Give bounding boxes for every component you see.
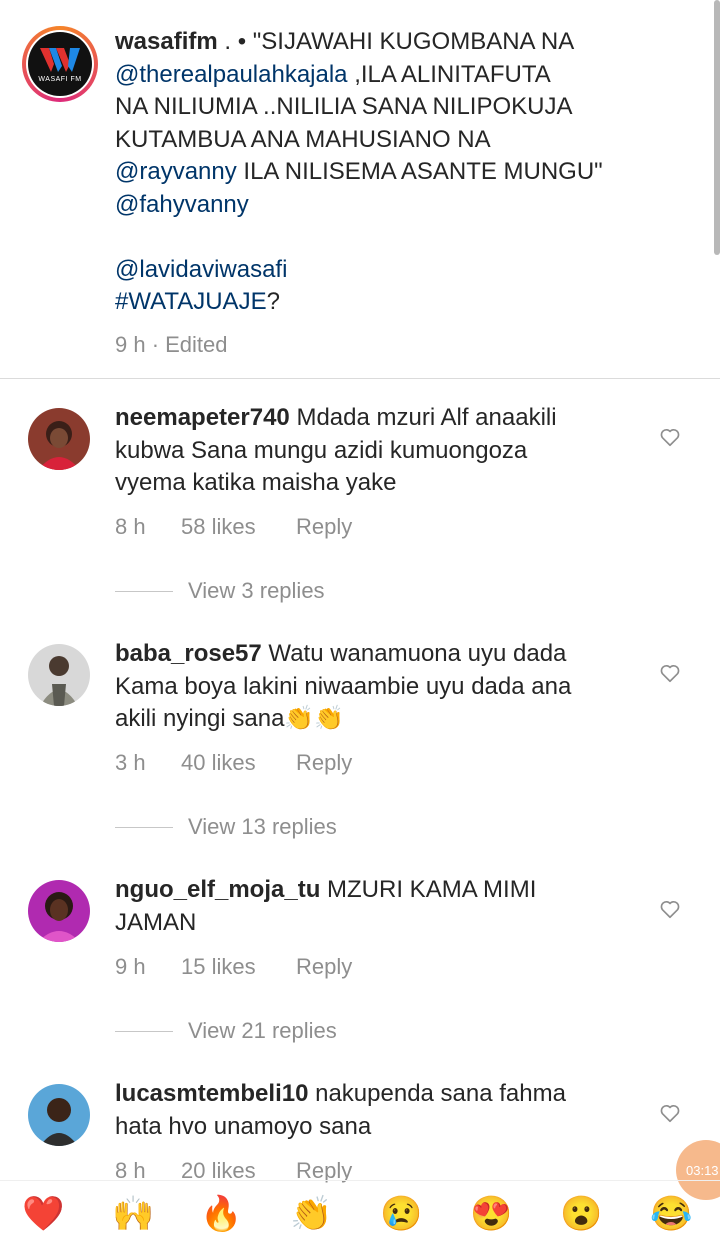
reply-button[interactable]: Reply — [296, 750, 352, 776]
comment-username[interactable]: baba_rose57 — [115, 640, 262, 667]
replies-line — [115, 1031, 173, 1032]
comment-likes[interactable]: 58 likes — [181, 514, 256, 540]
wasafi-logo-icon: WASAFI FM — [28, 32, 92, 96]
comment-text: nguo_elf_moja_tu MZURI KAMA MIMI JAMAN — [115, 876, 537, 936]
comment-username[interactable]: nguo_elf_moja_tu — [115, 876, 320, 903]
emoji-clap-icon[interactable]: 👏 — [290, 1197, 332, 1231]
comment-username[interactable]: neemapeter740 — [115, 404, 290, 431]
emoji-quick-bar: ❤️ 🙌 🔥 👏 😢 😍 😮 😂 — [0, 1180, 720, 1231]
reply-button[interactable]: Reply — [296, 954, 352, 980]
emoji-laughing-icon[interactable]: 😂 — [650, 1197, 692, 1231]
avatar[interactable] — [28, 880, 90, 942]
like-heart-icon[interactable] — [659, 426, 681, 448]
emoji-fire-icon[interactable]: 🔥 — [200, 1197, 242, 1231]
like-heart-icon[interactable] — [659, 898, 681, 920]
like-heart-icon[interactable] — [659, 662, 681, 684]
comment-time: 3 h — [115, 750, 146, 775]
comment-time: 9 h — [115, 954, 146, 979]
caption-meta: 9 h · Edited — [115, 331, 228, 357]
comment-time: 8 h — [115, 514, 146, 539]
reply-button[interactable]: Reply — [296, 514, 352, 540]
like-heart-icon[interactable] — [659, 1102, 681, 1124]
replies-line — [115, 591, 173, 592]
emoji-crying-icon[interactable]: 😢 — [380, 1197, 422, 1231]
comment-text: neemapeter740 Mdada mzuri Alf anaakili k… — [115, 404, 557, 496]
logo-wordmark: WASAFI FM — [38, 75, 82, 83]
mention-rayvanny[interactable]: @rayvanny — [115, 158, 237, 185]
emoji-surprised-icon[interactable]: 😮 — [560, 1197, 602, 1231]
emoji-heart-icon[interactable]: ❤️ — [22, 1197, 64, 1231]
avatar[interactable] — [28, 1084, 90, 1146]
avatar[interactable] — [28, 408, 90, 470]
comment-username[interactable]: lucasmtembeli10 — [115, 1080, 308, 1107]
mention-lavidaviwasafi[interactable]: @lavidaviwasafi — [115, 256, 287, 283]
mention-therealpaulahkajala[interactable]: @therealpaulahkajala — [115, 61, 348, 88]
comment-text: baba_rose57 Watu wanamuona uyu dada Kama… — [115, 640, 572, 732]
caption-username[interactable]: wasafifm — [115, 28, 218, 55]
scrollbar[interactable] — [714, 0, 720, 255]
replies-line — [115, 827, 173, 828]
comment-text: lucasmtembeli10 nakupenda sana fahma hat… — [115, 1080, 566, 1140]
caption-text: wasafifm . • "SIJAWAHI KUGOMBANA NA @the… — [115, 26, 675, 361]
wasafifm-avatar[interactable]: WASAFI FM — [22, 26, 98, 102]
comment-likes[interactable]: 40 likes — [181, 750, 256, 776]
hashtag-watajuaje[interactable]: #WATAJUAJE — [115, 288, 267, 315]
avatar[interactable] — [28, 644, 90, 706]
divider — [0, 378, 720, 379]
emoji-heart-eyes-icon[interactable]: 😍 — [470, 1197, 512, 1231]
mention-fahyvanny[interactable]: @fahyvanny — [115, 191, 249, 218]
emoji-raised-hands-icon[interactable]: 🙌 — [112, 1197, 154, 1231]
comment-likes[interactable]: 15 likes — [181, 954, 256, 980]
